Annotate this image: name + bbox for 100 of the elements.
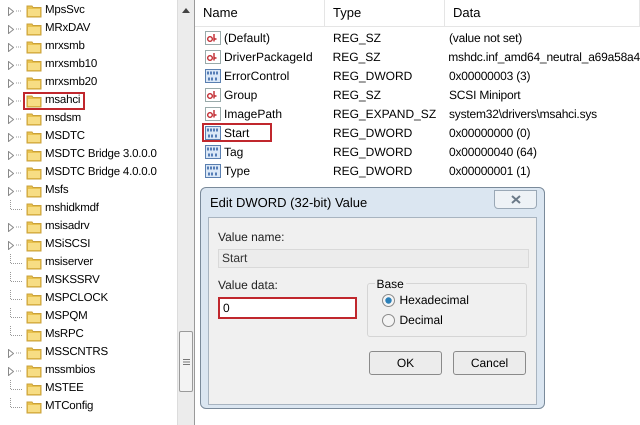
string-value-icon: [205, 30, 221, 44]
value-data-label: Value data:: [218, 277, 279, 294]
folder-icon: [26, 346, 42, 360]
tree-item[interactable]: MSSCNTRS: [23, 344, 113, 362]
value-data: (value not set): [448, 30, 522, 46]
radio-button[interactable]: [382, 314, 394, 326]
tree-item[interactable]: MSiSCSI: [23, 236, 96, 254]
column-header[interactable]: Name: [195, 0, 325, 26]
string-value-icon: [205, 106, 221, 120]
expand-arrow-icon[interactable]: [8, 24, 14, 34]
value-name[interactable]: Type: [202, 161, 258, 180]
value-type: REG_DWORD: [332, 68, 414, 84]
column-header[interactable]: Data: [445, 0, 640, 26]
dotted-line-icon: [16, 244, 22, 246]
value-type: REG_EXPAND_SZ: [332, 106, 438, 122]
tree-item[interactable]: MsRPC: [23, 326, 89, 344]
folder-icon: [26, 202, 42, 216]
expand-arrow-icon[interactable]: [8, 78, 14, 88]
tree-item[interactable]: msdsm: [23, 110, 86, 128]
tree-item[interactable]: MSDTC Bridge 3.0.0.0: [23, 146, 162, 164]
expand-arrow-icon[interactable]: [8, 366, 14, 376]
tree-item[interactable]: msiserver: [23, 254, 98, 272]
expand-arrow-icon[interactable]: [8, 186, 14, 196]
tree-item[interactable]: MSKSSRV: [23, 272, 105, 290]
expand-arrow-icon[interactable]: [8, 168, 14, 178]
tree-item[interactable]: mshidkmdf: [23, 200, 104, 218]
value-data: system32\drivers\msahci.sys: [448, 106, 597, 122]
scrollbar-thumb[interactable]: [179, 331, 193, 392]
folder-icon: [26, 76, 42, 90]
string-value-icon: [205, 50, 221, 64]
folder-icon: [26, 184, 42, 198]
value-name[interactable]: Tag: [202, 142, 252, 161]
tree-item[interactable]: mssmbios: [23, 362, 100, 380]
expand-arrow-icon[interactable]: [8, 348, 14, 358]
binary-value-icon: [205, 126, 221, 140]
tree-item[interactable]: MpsSvc: [23, 2, 90, 20]
value-data: 0x00000040 (64): [448, 144, 537, 160]
tree-item[interactable]: MTConfig: [23, 398, 98, 416]
dotted-line-icon: [16, 118, 22, 120]
cancel-button[interactable]: Cancel: [453, 351, 526, 375]
close-icon: [510, 195, 520, 204]
tree-item[interactable]: MSTEE: [23, 380, 89, 398]
scroll-up-icon[interactable]: [182, 8, 190, 13]
value-type: REG_DWORD: [332, 162, 414, 180]
expand-arrow-icon[interactable]: [8, 132, 14, 142]
expand-arrow-icon[interactable]: [8, 240, 14, 250]
expand-arrow-icon[interactable]: [8, 114, 14, 124]
folder-icon: [26, 4, 42, 18]
expand-arrow-icon[interactable]: [8, 150, 14, 160]
radio-option[interactable]: Hexadecimal: [382, 292, 526, 308]
tree-item[interactable]: MRxDAV: [23, 20, 96, 38]
dotted-line-icon: [16, 82, 22, 84]
column-header[interactable]: Type: [325, 0, 445, 26]
grip-icon: [182, 358, 190, 364]
value-data-field[interactable]: 0: [218, 297, 357, 319]
scrollbar[interactable]: [177, 0, 194, 425]
value-name[interactable]: DriverPackageId: [202, 47, 321, 66]
tree-item[interactable]: mrxsmb: [23, 38, 90, 56]
expand-arrow-icon[interactable]: [8, 6, 14, 16]
tree-item[interactable]: msisadrv: [23, 218, 94, 236]
value-type: REG_DWORD: [332, 124, 414, 142]
folder-icon: [26, 382, 42, 396]
value-data: 0x00000000 (0): [448, 124, 530, 142]
folder-icon: [26, 112, 42, 126]
value-name[interactable]: Group: [202, 85, 266, 104]
value-name[interactable]: ImagePath: [202, 104, 290, 123]
folder-icon: [26, 292, 42, 306]
folder-icon: [26, 94, 42, 108]
radio-option[interactable]: Decimal: [382, 312, 526, 328]
dotted-line-icon: [16, 28, 22, 30]
dotted-line-icon: [16, 154, 22, 156]
tree-item[interactable]: mrxsmb20: [23, 74, 102, 92]
expand-arrow-icon[interactable]: [8, 222, 14, 232]
expand-arrow-icon[interactable]: [8, 96, 14, 106]
folder-icon: [26, 400, 42, 414]
expand-arrow-icon[interactable]: [8, 42, 14, 52]
folder-icon: [26, 328, 42, 342]
dotted-line-icon: [16, 190, 22, 192]
tree-item[interactable]: MSPQM: [23, 308, 92, 326]
folder-icon: [26, 220, 42, 234]
value-name[interactable]: Start: [202, 123, 272, 142]
close-button[interactable]: [494, 190, 537, 209]
value-name[interactable]: ErrorControl: [202, 66, 298, 85]
tree-item[interactable]: mrxsmb10: [23, 56, 102, 74]
value-name-field[interactable]: Start: [218, 249, 529, 268]
dotted-line-icon: [16, 136, 22, 138]
tree-item[interactable]: MSDTC Bridge 4.0.0.0: [23, 164, 162, 182]
tree-item[interactable]: MSDTC: [23, 128, 90, 146]
folder-icon: [26, 166, 42, 180]
ok-button[interactable]: OK: [369, 351, 442, 375]
tree-item[interactable]: Msfs: [23, 182, 74, 200]
folder-icon: [26, 148, 42, 162]
value-type: REG_DWORD: [332, 144, 414, 160]
highlighted-tree-item[interactable]: msahci: [23, 92, 86, 110]
tree-item[interactable]: MSPCLOCK: [23, 290, 113, 308]
value-name[interactable]: (Default): [202, 28, 278, 47]
binary-value-icon: [205, 144, 221, 158]
expand-arrow-icon[interactable]: [8, 60, 14, 70]
value-data: 0x00000003 (3): [448, 68, 530, 84]
radio-button[interactable]: [382, 294, 394, 306]
